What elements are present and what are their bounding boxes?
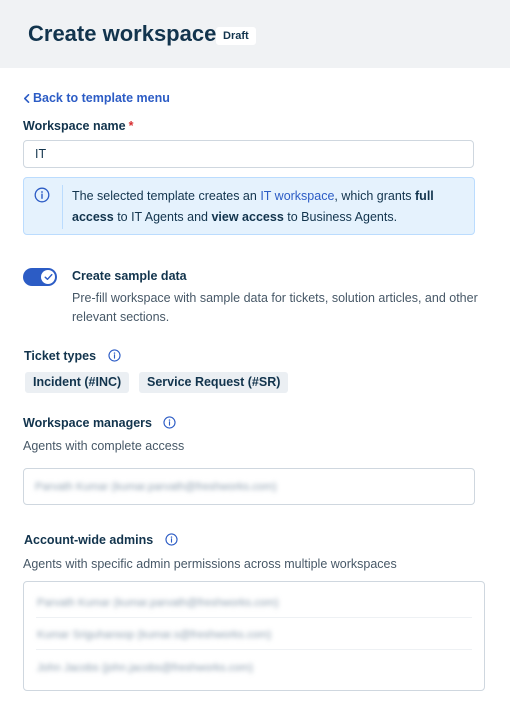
sample-data-title: Create sample data — [72, 269, 187, 283]
list-item: Kumar Sriguhansop (kumar.s@freshworks.co… — [37, 629, 272, 641]
list-divider — [36, 649, 472, 650]
template-info-banner: The selected template creates an IT work… — [23, 177, 475, 235]
workspace-name-label: Workspace name * — [23, 119, 133, 133]
info-divider — [62, 185, 63, 229]
info-view-access: view access — [211, 210, 284, 224]
back-link-label: Back to template menu — [33, 91, 170, 105]
chevron-left-icon — [24, 93, 30, 103]
ticket-types-label-text: Ticket types — [24, 349, 97, 363]
workspace-managers-select[interactable]: Parvath Kumar (kumar.parvath@freshworks.… — [23, 468, 475, 505]
it-workspace-link[interactable]: IT workspace — [260, 189, 334, 203]
check-icon — [44, 273, 52, 280]
info-text-part: to Business Agents. — [283, 210, 398, 224]
info-icon — [34, 187, 50, 203]
sample-data-toggle[interactable] — [23, 268, 57, 286]
list-item: John Jacobs (john.jacobs@freshworks.com) — [37, 662, 253, 674]
account-admins-label-text: Account-wide admins — [24, 533, 154, 547]
page-header: Create workspace Draft — [0, 0, 510, 68]
info-text: The selected template creates an IT work… — [72, 186, 470, 228]
account-admins-label: Account-wide admins — [24, 533, 178, 547]
info-text-part: The selected template creates an — [72, 189, 261, 203]
workspace-managers-label-text: Workspace managers — [23, 416, 152, 430]
workspace-managers-label: Workspace managers — [23, 416, 177, 430]
list-divider — [36, 617, 472, 618]
account-admins-description: Agents with specific admin permissions a… — [23, 557, 397, 571]
sample-data-description: Pre-fill workspace with sample data for … — [72, 291, 478, 324]
workspace-managers-description: Agents with complete access — [23, 439, 185, 453]
workspace-name-label-text: Workspace name — [23, 119, 126, 133]
status-badge: Draft — [216, 27, 256, 45]
info-text-part: , which grants — [334, 189, 416, 203]
page-title: Create workspace — [28, 21, 217, 46]
workspace-name-input[interactable] — [23, 140, 474, 168]
info-text-part: to IT Agents and — [113, 210, 212, 224]
info-icon[interactable] — [165, 533, 178, 546]
back-to-template-link[interactable]: Back to template menu — [23, 91, 170, 105]
selected-agent: Parvath Kumar (kumar.parvath@freshworks.… — [35, 481, 277, 493]
ticket-types-label: Ticket types — [24, 349, 121, 363]
list-item: Parvath Kumar (kumar.parvath@freshworks.… — [37, 597, 279, 609]
info-icon[interactable] — [107, 349, 121, 362]
account-admins-list[interactable]: Parvath Kumar (kumar.parvath@freshworks.… — [23, 581, 485, 691]
info-icon[interactable] — [163, 416, 177, 429]
toggle-knob — [41, 270, 55, 284]
ticket-type-tag: Incident (#INC) — [25, 372, 130, 393]
ticket-type-tag: Service Request (#SR) — [139, 372, 289, 393]
required-mark: * — [128, 119, 134, 133]
